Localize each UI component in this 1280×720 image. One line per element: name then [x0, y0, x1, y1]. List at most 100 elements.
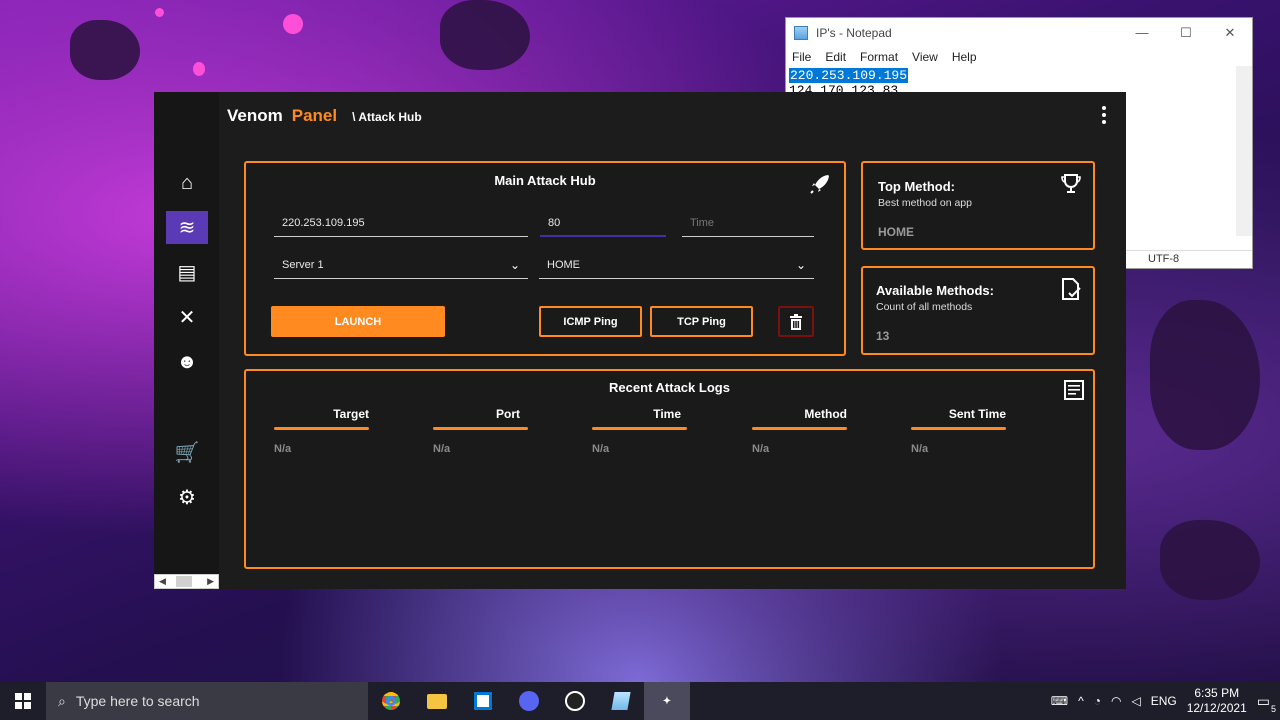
log-header-underline: [274, 427, 369, 430]
venom-panel-taskbar-button[interactable]: ✦: [644, 682, 690, 720]
top-method-value: HOME: [878, 225, 914, 239]
chevron-up-icon[interactable]: ^: [1078, 694, 1084, 708]
obs-icon: [565, 691, 585, 711]
obs-taskbar-button[interactable]: [552, 682, 598, 720]
scroll-right-icon[interactable]: ▶: [203, 576, 218, 587]
maximize-icon[interactable]: ☐: [1164, 25, 1208, 41]
volume-icon[interactable]: ◁: [1131, 694, 1140, 708]
discord-taskbar-button[interactable]: [506, 682, 552, 720]
method-select-value: HOME: [547, 259, 580, 271]
breadcrumb: \ Attack Hub: [352, 110, 422, 124]
clock-date: 12/12/2021: [1186, 701, 1247, 715]
chevron-down-icon: ⌄: [795, 258, 806, 272]
log-header: Target: [333, 407, 369, 421]
taskbar: ⌕ Type here to search ✦ ⌨ ^ ◔ ◠ ◁ ENG 6:…: [0, 682, 1280, 720]
store-icon: [474, 692, 492, 710]
log-cell: N/a: [592, 443, 610, 455]
nav-home[interactable]: ⌂: [166, 167, 208, 200]
scroll-left-icon[interactable]: ◀: [155, 576, 170, 587]
launch-button[interactable]: LAUNCH: [271, 306, 445, 337]
time-input[interactable]: Time: [682, 209, 814, 237]
sidebar-scrollbar[interactable]: ◀ ▶: [154, 574, 219, 589]
wallpaper-rock: [1160, 520, 1260, 600]
available-methods-card: Available Methods: Count of all methods …: [861, 266, 1095, 355]
menu-file[interactable]: File: [792, 50, 811, 64]
keyboard-icon[interactable]: ⌨: [1051, 694, 1068, 708]
target-input[interactable]: 220.253.109.195: [274, 209, 528, 237]
network-icon[interactable]: ◔: [1094, 694, 1101, 708]
minimize-icon[interactable]: —: [1120, 25, 1164, 41]
nav-toolbox[interactable]: ▤: [166, 256, 208, 289]
wallpaper-blob: [283, 14, 303, 34]
trash-icon: [790, 313, 802, 330]
notification-icon[interactable]: ▭ 5: [1257, 693, 1276, 714]
nav-tools[interactable]: ✕: [166, 301, 208, 334]
available-methods-subtitle: Count of all methods: [876, 301, 973, 313]
file-explorer-taskbar-button[interactable]: [414, 682, 460, 720]
log-cell: N/a: [274, 443, 292, 455]
log-header: Sent Time: [948, 407, 1006, 421]
notepad-scrollbar[interactable]: [1236, 66, 1252, 236]
chrome-taskbar-button[interactable]: [368, 682, 414, 720]
wallpaper-blob: [155, 8, 164, 17]
nav-settings[interactable]: ⚙: [166, 481, 208, 514]
folder-icon: [427, 693, 447, 709]
wallpaper-rock: [440, 0, 530, 70]
notepad-taskbar-button[interactable]: [598, 682, 644, 720]
venom-panel-window: ⌂ ≋ ▤ ✕ ☻ 🛒 ⚙ ◀ ▶ Venom Panel \ Attack H…: [154, 92, 1126, 589]
icmp-ping-button[interactable]: ICMP Ping: [539, 306, 642, 337]
log-cell: N/a: [433, 443, 451, 455]
tcp-ping-button[interactable]: TCP Ping: [650, 306, 753, 337]
menu-format[interactable]: Format: [860, 50, 898, 64]
tools-icon: ✕: [178, 307, 196, 329]
available-methods-value: 13: [876, 329, 890, 343]
wallpaper-blob: [193, 62, 205, 76]
taskbar-search[interactable]: ⌕ Type here to search: [46, 682, 368, 720]
nav-attack-hub[interactable]: ≋: [166, 211, 208, 244]
menu-edit[interactable]: Edit: [825, 50, 846, 64]
brand-panel: Panel: [291, 106, 338, 125]
store-taskbar-button[interactable]: [460, 682, 506, 720]
menu-view[interactable]: View: [912, 50, 938, 64]
wifi-off-icon: ≋: [178, 217, 196, 239]
log-header-underline: [433, 427, 528, 430]
menu-help[interactable]: Help: [952, 50, 977, 64]
clock-time: 6:35 PM: [1194, 686, 1240, 700]
clock[interactable]: 6:35 PM 12/12/2021: [1187, 686, 1247, 716]
language-indicator[interactable]: ENG: [1151, 694, 1177, 708]
log-header-underline: [911, 427, 1006, 430]
notification-badge: 5: [1270, 703, 1276, 714]
nav-discord[interactable]: ☻: [166, 346, 208, 379]
chevron-down-icon: ⌄: [509, 258, 520, 272]
server-select[interactable]: Server 1 ⌄: [274, 251, 528, 279]
clear-button[interactable]: [778, 306, 814, 337]
notepad-icon: [611, 692, 631, 710]
search-icon: ⌕: [58, 692, 66, 709]
log-header: Time: [653, 407, 681, 421]
available-methods-title: Available Methods:: [876, 283, 994, 298]
log-column-target: Target N/a: [274, 407, 369, 455]
more-options-icon[interactable]: [1102, 106, 1108, 124]
port-input[interactable]: 80: [540, 209, 666, 237]
start-button[interactable]: [0, 682, 46, 720]
sidebar: ⌂ ≋ ▤ ✕ ☻ 🛒 ⚙ ◀ ▶: [154, 92, 219, 589]
top-method-card: Top Method: Best method on app HOME: [861, 161, 1095, 250]
windows-icon: [15, 693, 31, 709]
top-method-subtitle: Best method on app: [878, 197, 972, 209]
server-select-value: Server 1: [282, 259, 324, 271]
log-column-sent-time: Sent Time N/a: [911, 407, 1006, 455]
attack-hub-card: Main Attack Hub 220.253.109.195 80 Time …: [244, 161, 846, 356]
nav-shop[interactable]: 🛒: [166, 436, 208, 469]
wifi-icon[interactable]: ◠: [1111, 694, 1121, 708]
log-cell: N/a: [911, 443, 929, 455]
cart-icon: 🛒: [174, 442, 200, 464]
log-header: Method: [804, 407, 847, 421]
scroll-thumb[interactable]: [175, 576, 192, 587]
log-header-underline: [752, 427, 847, 430]
toolbox-icon: ▤: [177, 262, 197, 284]
method-select[interactable]: HOME ⌄: [539, 251, 814, 279]
attack-logs-card: Recent Attack Logs Target N/a Port N/a T…: [244, 369, 1095, 569]
notepad-titlebar[interactable]: IP's - Notepad — ☐ ✕: [786, 18, 1252, 48]
close-icon[interactable]: ✕: [1208, 25, 1252, 41]
notepad-title: IP's - Notepad: [816, 26, 892, 40]
